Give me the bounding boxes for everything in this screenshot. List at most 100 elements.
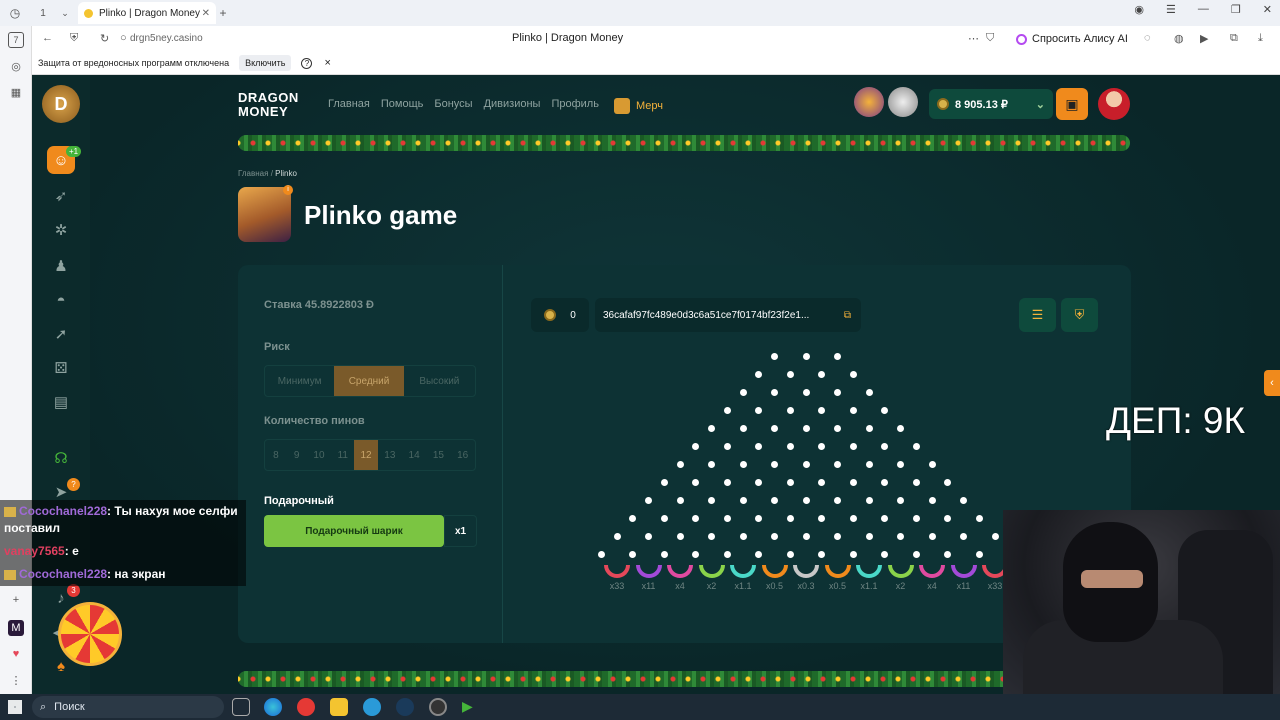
pins-option[interactable]: 10 — [307, 440, 332, 470]
bet-label[interactable]: Ставка 45.8922803 Ð — [264, 299, 374, 311]
maximize-icon[interactable]: ❐ — [1231, 3, 1241, 16]
help-badge: ? — [67, 478, 80, 491]
chevron-down-icon[interactable]: ⌄ — [54, 2, 76, 24]
gift-multiplier[interactable]: x1 — [444, 515, 477, 547]
enable-protection-button[interactable]: Включить — [239, 55, 292, 71]
pins-option[interactable]: 13 — [378, 440, 402, 470]
site-logo-icon[interactable]: D — [42, 85, 80, 123]
yandex-icon[interactable] — [297, 698, 315, 716]
nav-bonuses[interactable]: Бонусы — [434, 98, 472, 114]
new-tab-icon[interactable]: + — [212, 2, 234, 24]
add-icon[interactable]: + — [8, 592, 24, 608]
close-window-icon[interactable]: ✕ — [1263, 3, 1272, 16]
camera-icon[interactable]: ◎ — [8, 58, 24, 74]
rocket-icon[interactable]: ➶ — [50, 185, 72, 207]
risk-option-high[interactable]: Высокий — [404, 366, 475, 396]
edge-icon[interactable] — [264, 698, 282, 716]
avatar[interactable] — [1098, 88, 1130, 120]
close-infobar-icon[interactable]: × — [324, 57, 330, 69]
bookmark-icon[interactable]: ⛉ — [986, 32, 994, 45]
dice-icon[interactable]: ⚄ — [50, 357, 72, 379]
explorer-icon[interactable] — [330, 698, 348, 716]
brand-logo[interactable]: DRAGON MONEY — [238, 91, 299, 119]
help-icon[interactable]: ? — [301, 57, 313, 69]
bookmarks-icon[interactable]: ☰ — [1166, 3, 1176, 16]
nav-merch[interactable]: Мерч — [613, 98, 663, 114]
browser-tab[interactable]: Plinko | Dragon Money ✕ — [78, 2, 216, 24]
user-icon[interactable]: ♟ — [50, 255, 72, 277]
more-icon[interactable]: ⋯ — [968, 32, 979, 45]
plinko-pin — [771, 389, 778, 396]
obs-icon[interactable] — [429, 698, 447, 716]
pins-option[interactable]: 15 — [426, 440, 450, 470]
steam-icon[interactable] — [396, 698, 414, 716]
minimize-icon[interactable]: — — [1198, 3, 1209, 16]
close-tab-icon[interactable]: ✕ — [202, 8, 210, 19]
reload-icon[interactable]: ↻ — [100, 32, 109, 45]
pins-option-selected[interactable]: 12 — [354, 440, 378, 470]
pins-option[interactable]: 9 — [287, 440, 307, 470]
site-info-icon[interactable]: ○ — [120, 32, 127, 44]
globe-icon[interactable]: ◍ — [1174, 32, 1184, 45]
pins-option[interactable]: 11 — [331, 440, 354, 470]
app-heart-icon[interactable]: ♥ — [8, 646, 24, 662]
bug-icon[interactable]: ✲ — [50, 219, 72, 241]
multiplier-label: x1.1 — [860, 581, 878, 591]
dome-icon[interactable]: ◓ — [50, 289, 72, 311]
alisa-button[interactable]: Спросить Алису AI — [1010, 30, 1134, 48]
pins-label: Количество пинов — [264, 415, 365, 427]
media-icon[interactable]: ▶ — [1200, 32, 1208, 45]
promo-car-icon[interactable] — [854, 87, 884, 117]
app-m-icon[interactable]: M — [8, 620, 24, 636]
windows-icon[interactable] — [8, 700, 22, 714]
url-field[interactable]: drgn5ney.casino — [130, 33, 203, 44]
nav-profile[interactable]: Профиль — [551, 98, 599, 114]
risk-option-medium[interactable]: Средний — [334, 366, 404, 396]
shield-icon[interactable]: ⛨ — [70, 32, 78, 45]
taskbar-search[interactable]: ⌕ Поиск — [32, 696, 224, 718]
pins-option[interactable]: 14 — [402, 440, 427, 470]
crash-icon[interactable]: ➚ — [50, 323, 72, 345]
extensions-icon[interactable]: ⧉ — [1230, 32, 1238, 45]
menu-icon[interactable]: ☰ — [1019, 298, 1056, 332]
task-view-icon[interactable] — [232, 698, 250, 716]
plinko-pin — [723, 551, 731, 558]
info-icon[interactable]: i — [283, 185, 293, 195]
nav-help[interactable]: Помощь — [381, 98, 424, 114]
nav-divisions[interactable]: Дивизионы — [484, 98, 541, 114]
pins-option[interactable]: 8 — [265, 440, 287, 470]
multiplier-label: x2 — [706, 581, 717, 591]
risk-selector: Минимум Средний Высокий — [264, 365, 476, 397]
download-icon[interactable]: ⤓ — [1258, 32, 1263, 45]
breadcrumb-current: Plinko — [275, 169, 297, 178]
play-app-icon[interactable]: ▶ — [462, 698, 480, 716]
side-panel-toggle-icon[interactable]: ‹ — [1264, 370, 1280, 396]
controls-panel: Ставка 45.8922803 Ð Риск Минимум Средний… — [238, 265, 503, 643]
rail-badge-icon[interactable]: 7 — [8, 32, 24, 48]
gift-ball-button[interactable]: Подарочный шарик — [264, 515, 444, 547]
support-icon[interactable]: ☊ — [50, 447, 72, 469]
apps-icon[interactable]: ▦ — [8, 84, 24, 100]
plinko-pin — [802, 461, 810, 468]
fortune-wheel-icon[interactable] — [58, 602, 122, 666]
history-icon[interactable]: ◷ — [4, 2, 26, 24]
breadcrumb-home[interactable]: Главная — [238, 169, 268, 178]
telegram-icon[interactable] — [363, 698, 381, 716]
balance-selector[interactable]: 8 905.13 ₽ ⌄ — [929, 89, 1053, 119]
slot-icon[interactable]: ▤ — [50, 391, 72, 413]
plinko-pin — [771, 353, 778, 360]
wallet-button[interactable]: ▣ — [1056, 88, 1088, 120]
copy-icon[interactable]: ⧉ — [844, 310, 851, 321]
profile-icon[interactable]: ◉ — [1134, 3, 1144, 16]
pins-option[interactable]: 16 — [450, 440, 475, 470]
translate-icon[interactable]: ◌ — [1144, 32, 1151, 44]
badge-icon — [4, 506, 16, 517]
back-icon[interactable]: ← — [42, 32, 53, 44]
risk-option-min[interactable]: Минимум — [265, 366, 334, 396]
nav-home[interactable]: Главная — [328, 98, 370, 114]
promo-gift-icon[interactable] — [888, 87, 918, 117]
fairness-shield-icon[interactable]: ⛨ — [1061, 298, 1098, 332]
plinko-pin — [818, 407, 826, 414]
tab-count[interactable]: 1 — [32, 2, 54, 24]
more-apps-icon[interactable]: ⋮ — [8, 672, 24, 688]
